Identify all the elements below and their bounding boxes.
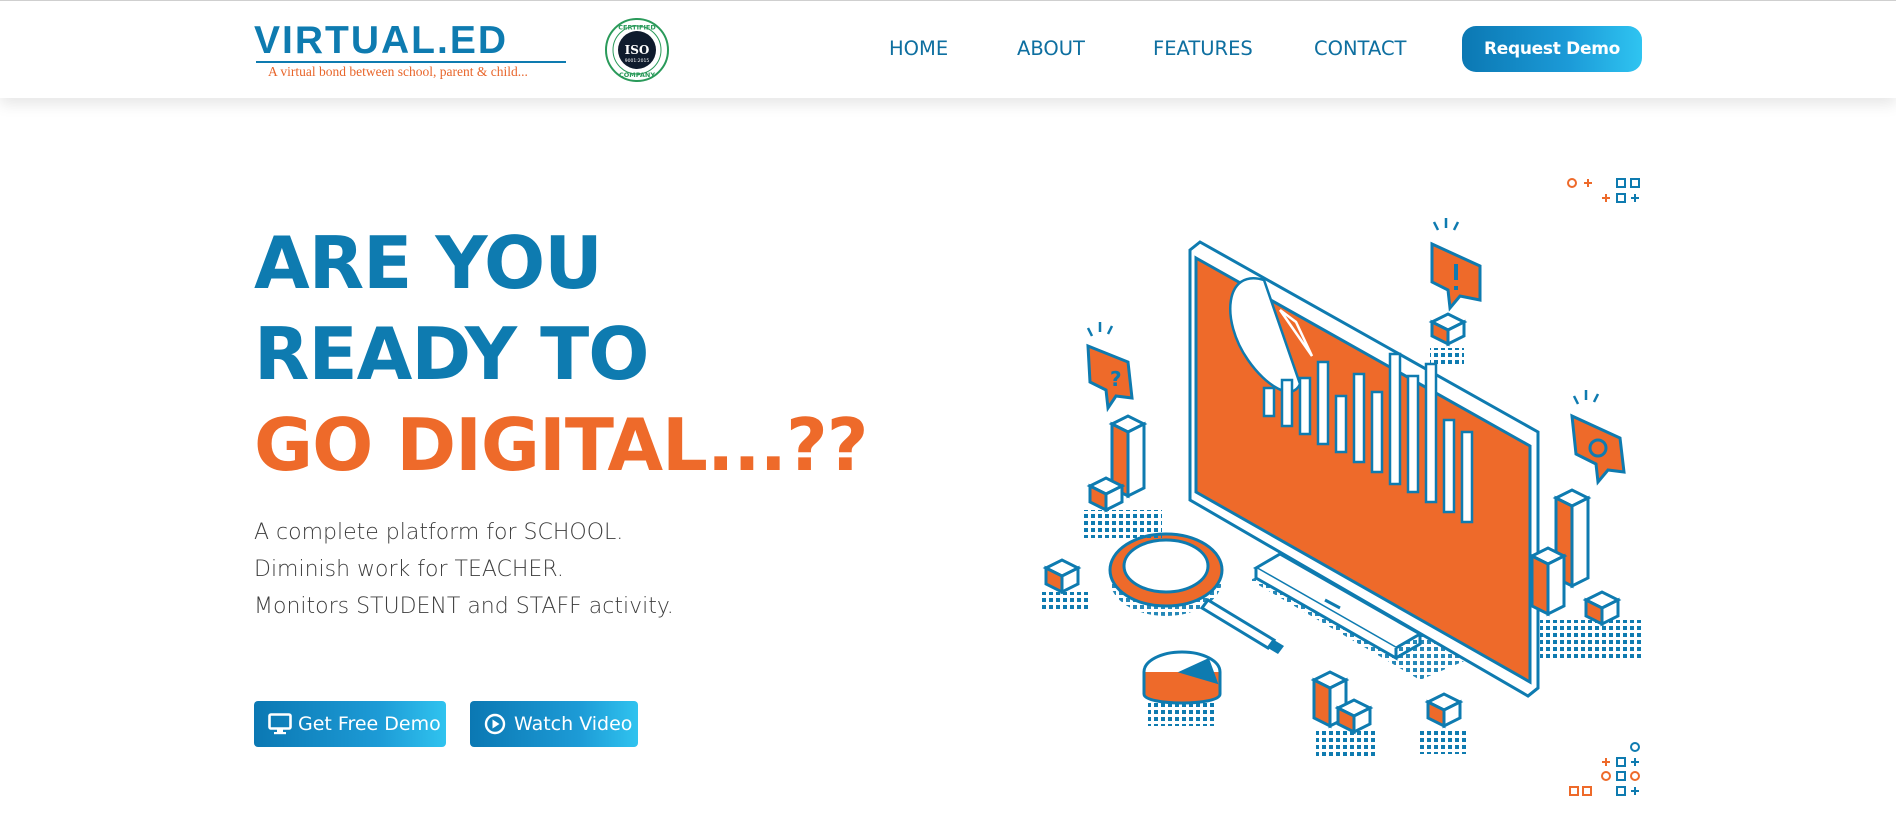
nav-home[interactable]: HOME <box>889 37 948 60</box>
question-bubble-icon: ? <box>1086 322 1134 413</box>
alert-bubble-icon <box>1430 218 1482 312</box>
hero-desc-line-1: A complete platform for SCHOOL. <box>254 520 624 545</box>
gear-bubble-icon <box>1570 390 1626 486</box>
site-header: VIRTUAL.ED A virtual bond between school… <box>0 0 1896 98</box>
brand-logo[interactable]: VIRTUAL.ED A virtual bond between school… <box>254 21 570 83</box>
logo-underline <box>256 61 566 63</box>
nav-about[interactable]: ABOUT <box>1017 37 1085 60</box>
get-free-demo-button[interactable]: Get Free Demo <box>254 701 446 747</box>
hero-desc-line-2: Diminish work for TEACHER. <box>254 557 564 582</box>
nav-contact[interactable]: CONTACT <box>1314 37 1406 60</box>
get-free-demo-label: Get Free Demo <box>298 713 441 735</box>
nav-features[interactable]: FEATURES <box>1153 37 1253 60</box>
hero-title-line-2: READY TO <box>254 312 649 396</box>
badge-sub-text: 9001:2015 <box>625 58 650 64</box>
magnifier-icon <box>1108 532 1284 654</box>
hero-title: ARE YOU READY TO GO DIGITAL...?? <box>254 218 869 491</box>
decor-shapes-top <box>1567 178 1640 203</box>
hero-title-line-1: ARE YOU <box>254 221 603 305</box>
brand-name: VIRTUAL.ED <box>254 19 508 62</box>
badge-bottom-text: COMPANY <box>619 71 655 79</box>
badge-top-text: CERTIFIED <box>618 24 656 32</box>
monitor-icon <box>268 713 292 735</box>
watch-video-label: Watch Video <box>514 713 633 735</box>
hero-title-line-3: GO DIGITAL...?? <box>254 403 869 487</box>
brand-tagline: A virtual bond between school, parent & … <box>268 64 528 79</box>
iso-certified-badge-icon: CERTIFIED ISO 9001:2015 COMPANY <box>605 18 669 82</box>
svg-text:?: ? <box>1110 367 1122 391</box>
hero-desc-line-3: Monitors STUDENT and STAFF activity. <box>254 594 674 619</box>
play-circle-icon <box>484 713 506 735</box>
watch-video-button[interactable]: Watch Video <box>470 701 638 747</box>
badge-center-text: ISO <box>625 43 650 57</box>
decor-shapes-bottom <box>1569 742 1640 796</box>
hero-illustration: ? <box>1040 178 1644 796</box>
hero-description: A complete platform for SCHOOL. Diminish… <box>254 514 774 625</box>
request-demo-button[interactable]: Request Demo <box>1462 26 1642 72</box>
